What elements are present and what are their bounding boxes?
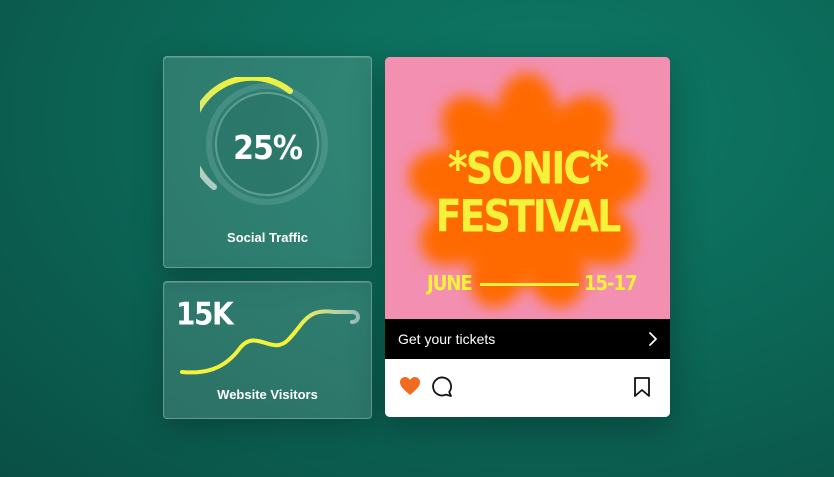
poster-title-line2: FESTIVAL xyxy=(435,190,622,242)
chevron-right-icon xyxy=(649,332,657,346)
poster-date-divider xyxy=(480,283,579,286)
social-traffic-card: 25% Social Traffic xyxy=(163,56,372,268)
festival-poster: *SONIC* FESTIVAL JUNE 15-17 xyxy=(385,57,670,319)
poster-date-days: 15-17 xyxy=(584,271,638,296)
poster-date-month: JUNE xyxy=(427,271,473,296)
get-tickets-button[interactable]: Get your tickets xyxy=(385,319,670,359)
visitors-label: Website Visitors xyxy=(217,387,318,402)
website-visitors-card: 15K Website Visitors xyxy=(163,281,372,419)
festival-post-card: *SONIC* FESTIVAL JUNE 15-17 Get your tic… xyxy=(385,57,670,417)
comment-icon[interactable] xyxy=(431,376,453,397)
poster-title-line1: *SONIC* xyxy=(447,142,609,194)
get-tickets-label: Get your tickets xyxy=(398,331,496,347)
heart-icon[interactable] xyxy=(399,376,421,396)
bookmark-icon[interactable] xyxy=(633,376,651,398)
traffic-percent: 25% xyxy=(233,129,303,168)
post-actions-bar xyxy=(385,359,670,417)
traffic-label: Social Traffic xyxy=(227,230,308,245)
